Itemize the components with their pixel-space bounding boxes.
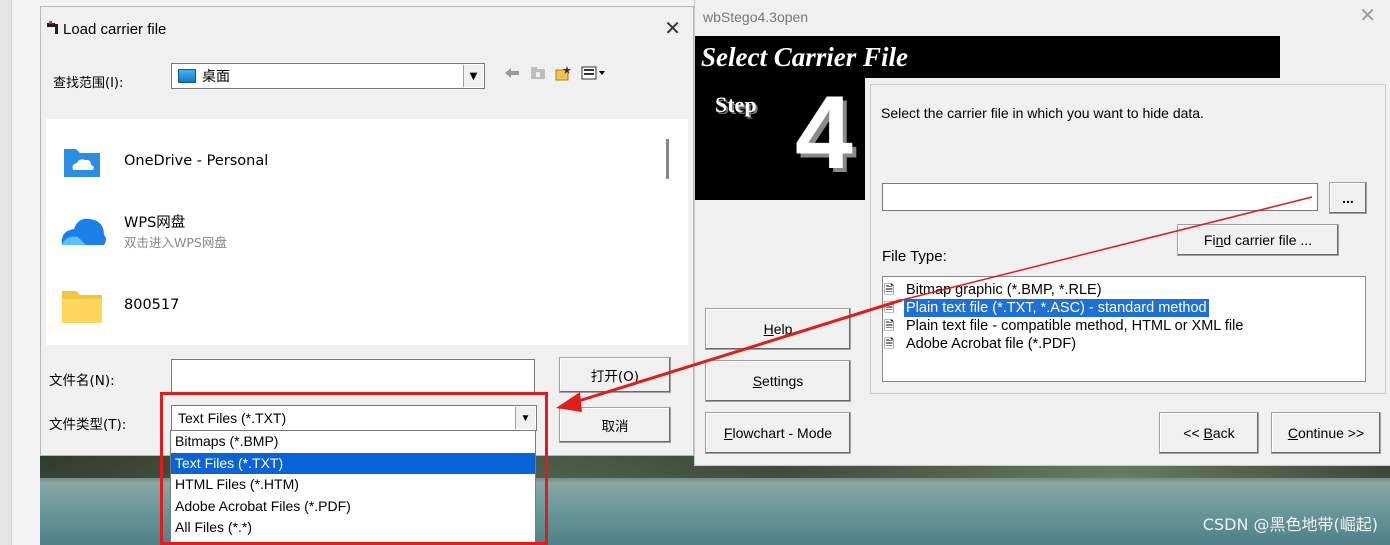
list-item[interactable]: WPS网盘 双击进入WPS网盘: [60, 211, 227, 251]
find-button-label-suffix: d carrier file ...: [1223, 232, 1313, 248]
file-type-item[interactable]: 🗎 Bitmap graphic (*.BMP, *.RLE): [883, 281, 1365, 299]
back-hotkey: B: [1203, 425, 1213, 441]
carrier-path-input[interactable]: [882, 183, 1318, 211]
file-type-option[interactable]: HTML Files (*.HTM): [171, 474, 535, 496]
step-panel: Step 4: [695, 78, 865, 200]
continue-label: ontinue >>: [1297, 425, 1365, 441]
view-menu-icon[interactable]: [581, 65, 607, 81]
file-type-item[interactable]: 🗎 Plain text file (*.TXT, *.ASC) - standa…: [883, 299, 1365, 317]
file-type-value: Text Files (*.TXT): [178, 410, 287, 426]
list-item[interactable]: OneDrive - Personal: [60, 139, 268, 183]
list-item[interactable]: 800517: [60, 285, 179, 325]
step-number: 4: [795, 75, 853, 191]
step-label: Step: [715, 92, 757, 117]
window-title: wbStego4.3open: [703, 9, 809, 25]
file-type-option[interactable]: Adobe Acrobat Files (*.PDF): [171, 496, 535, 518]
file-type-item-label: Bitmap graphic (*.BMP, *.RLE): [906, 282, 1102, 298]
flowchart-hotkey: F: [723, 425, 733, 441]
new-folder-icon[interactable]: [555, 65, 573, 81]
file-type-item[interactable]: 🗎 Plain text file - compatible method, HT…: [883, 317, 1365, 335]
up-folder-icon[interactable]: [529, 65, 547, 81]
back-label-prefix: <<: [1183, 425, 1204, 441]
file-type-option[interactable]: All Files (*.*): [171, 517, 535, 539]
watermark-text: CSDN @黑色地带(崛起): [1202, 515, 1378, 534]
file-type-label: 文件类型(T):: [49, 417, 127, 433]
document-icon: 🗎: [884, 318, 895, 333]
settings-button[interactable]: Settings: [705, 360, 851, 402]
document-icon: 🗎: [884, 300, 895, 315]
close-icon[interactable]: ✕: [1359, 6, 1376, 26]
look-in-select[interactable]: 桌面 ▼: [171, 63, 485, 89]
dialog-title: Load carrier file: [63, 21, 167, 38]
desktop-edge: [0, 0, 12, 545]
back-label: ack: [1212, 425, 1235, 441]
file-type-item[interactable]: 🗎 Adobe Acrobat file (*.PDF): [883, 335, 1365, 353]
file-type-option[interactable]: Bitmaps (*.BMP): [171, 431, 535, 453]
file-type-item-label: Adobe Acrobat file (*.PDF): [906, 336, 1077, 352]
find-carrier-file-button[interactable]: Fi n d carrier file ...: [1177, 224, 1339, 256]
desktop-icon: [178, 69, 196, 83]
step-description: Select the carrier file in which you wan…: [881, 105, 1204, 121]
wps-cloud-icon: [61, 218, 106, 245]
dialog-toolbar: [503, 65, 607, 81]
file-name: 800517: [124, 297, 180, 313]
open-button[interactable]: 打开(O): [559, 357, 671, 393]
file-subtitle: 双击进入WPS网盘: [124, 235, 227, 250]
file-list[interactable]: OneDrive - Personal WPS网盘 双击进入WPS网盘 8005…: [46, 119, 688, 345]
scrollbar-thumb[interactable]: [666, 139, 669, 179]
load-carrier-file-dialog: Load carrier file ✕ 查找范围(I): 桌面 ▼ OneDri…: [40, 6, 694, 456]
back-arrow-icon[interactable]: [503, 65, 521, 81]
app-icon: [47, 21, 58, 34]
flowchart-label: lowchart - Mode: [732, 425, 833, 441]
file-text: WPS网盘 双击进入WPS网盘: [124, 211, 227, 251]
file-type-select[interactable]: Text Files (*.TXT) ▼: [171, 405, 537, 431]
back-button[interactable]: << Back: [1159, 412, 1259, 454]
folder-icon: [62, 291, 102, 323]
flowchart-mode-button[interactable]: Flowchart - Mode: [705, 412, 851, 454]
look-in-value: 桌面: [202, 69, 230, 85]
document-icon: 🗎: [884, 336, 895, 351]
document-icon: 🗎: [884, 282, 895, 297]
browse-button[interactable]: ...: [1329, 182, 1367, 214]
help-label: elp: [773, 321, 793, 337]
file-name-label: 文件名(N):: [49, 373, 115, 389]
continue-hotkey: C: [1287, 425, 1298, 441]
wbstego-window: wbStego4.3open ✕ Select Carrier File Ste…: [694, 0, 1390, 466]
file-type-label: File Type:: [882, 248, 947, 265]
file-name: WPS网盘: [124, 215, 186, 231]
cancel-button[interactable]: 取消: [559, 407, 671, 443]
help-hotkey: H: [763, 321, 774, 337]
help-button[interactable]: Help: [705, 308, 851, 350]
find-button-label-prefix: Fi: [1203, 232, 1216, 248]
file-type-item-label: Plain text file - compatible method, HTM…: [906, 318, 1244, 334]
settings-label: ettings: [762, 373, 804, 389]
file-name: OneDrive - Personal: [124, 153, 269, 169]
onedrive-icon: [64, 149, 100, 177]
settings-hotkey: S: [752, 373, 763, 389]
look-in-label: 查找范围(I):: [53, 76, 124, 91]
chevron-down-icon[interactable]: ▼: [463, 65, 483, 87]
close-icon[interactable]: ✕: [664, 19, 681, 39]
step-banner: Select Carrier File: [695, 36, 1280, 78]
file-type-list[interactable]: 🗎 Bitmap graphic (*.BMP, *.RLE) 🗎 Plain tex…: [882, 276, 1366, 382]
file-type-item-label: Plain text file (*.TXT, *.ASC) - standar…: [904, 299, 1209, 317]
file-type-dropdown[interactable]: Bitmaps (*.BMP) Text Files (*.TXT) HTML Fi…: [170, 430, 536, 545]
chevron-down-icon[interactable]: ▼: [515, 407, 535, 429]
file-type-option[interactable]: Text Files (*.TXT): [171, 452, 535, 474]
find-button-hotkey: n: [1215, 232, 1224, 248]
continue-button[interactable]: Continue >>: [1271, 412, 1381, 454]
banner-title: Select Carrier File: [701, 42, 908, 72]
file-name-input[interactable]: [171, 359, 535, 393]
